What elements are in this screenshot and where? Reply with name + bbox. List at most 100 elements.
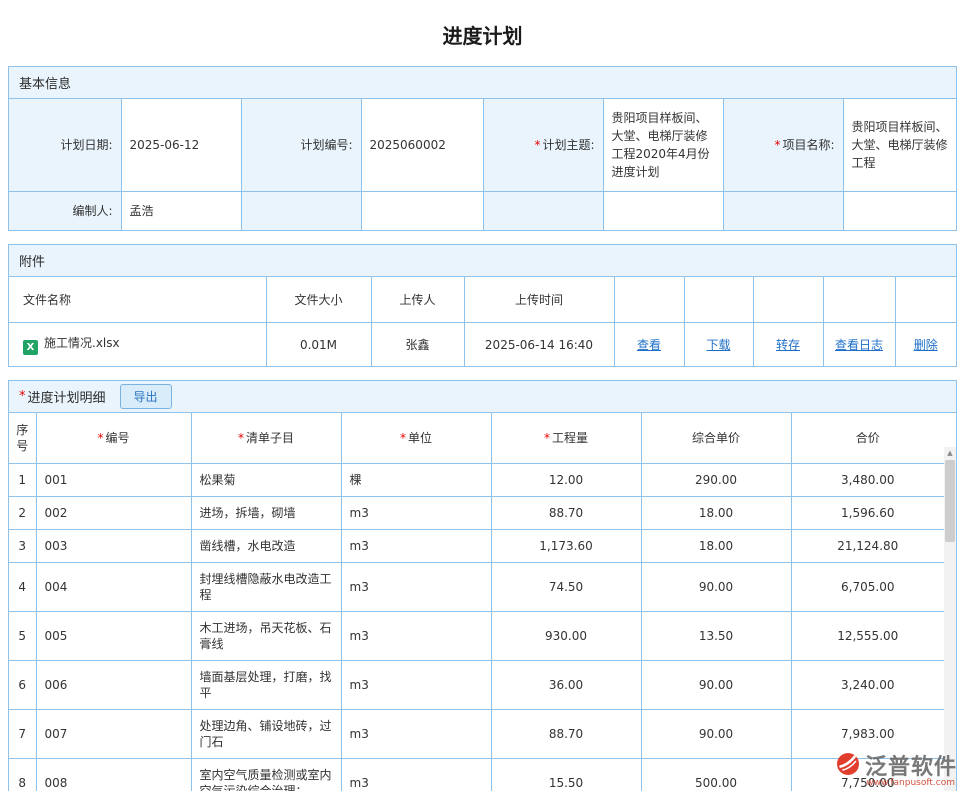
project-name-value: 贵阳项目样板间、大堂、电梯厅装修工程 [843,99,956,192]
detail-cell-total: 21,124.80 [791,530,944,563]
detail-table: 序号 *编号 *清单子目 *单位 *工程量 [9,413,944,791]
uploader-header: 上传人 [371,277,464,323]
file-name-header: 文件名称 [9,277,266,323]
empty-header-cell [823,277,895,323]
plan-date-label-text: 计划日期: [60,138,112,152]
required-marker: * [19,389,26,404]
detail-cell-item: 墙面基层处理，打磨，找平 [191,661,341,710]
basic-info-grid: 计划日期: 2025-06-12 计划编号: 2025060002 *计划主题:… [9,99,956,230]
required-marker: * [534,138,540,152]
detail-table-body: 1001松果菊棵12.00290.003,480.002002进场，拆墙，砌墙m… [9,464,944,791]
empty-header-cell [684,277,753,323]
detail-section-title: 进度计划明细 [28,387,106,406]
progress-plan-page: 进度计划 基本信息 计划日期: 2025-06-12 计划编号: 2025060… [0,0,965,791]
code-header: *编号 [36,413,191,464]
detail-cell-unit: m3 [341,612,491,661]
total-header-text: 合价 [856,431,880,445]
empty-label-cell [723,192,843,231]
detail-cell-seq: 7 [9,710,36,759]
fanpu-brand-url: www.fanpusoft.com [836,778,957,788]
detail-header-row: 序号 *编号 *清单子目 *单位 *工程量 [9,413,944,464]
empty-header-cell [753,277,823,323]
empty-value-cell [361,192,483,231]
download-link[interactable]: 下载 [706,338,730,352]
detail-cell-item: 木工进场，吊天花板、石膏线 [191,612,341,661]
project-name-label: *项目名称: [723,99,843,192]
empty-label-cell [241,192,361,231]
plan-number-label: 计划编号: [241,99,361,192]
detail-cell-quantity: 930.00 [491,612,641,661]
plan-subject-value: 贵阳项目样板间、大堂、电梯厅装修工程2020年4月份进度计划 [603,99,723,192]
plan-number-label-text: 计划编号: [300,138,352,152]
delete-link[interactable]: 删除 [914,338,938,352]
detail-cell-unit-price: 13.50 [641,612,791,661]
empty-header-cell [614,277,684,323]
fanpu-brand-row: 泛普软件 [836,749,957,781]
detail-cell-item: 室内空气质量检测或室内空气污染综合治理； [191,759,341,791]
view-log-link[interactable]: 查看日志 [835,338,883,352]
file-name: 施工情况.xlsx [44,336,120,350]
detail-row: 6006墙面基层处理，打磨，找平m336.0090.003,240.00 [9,661,944,710]
detail-cell-code: 008 [36,759,191,791]
total-header: 合价 [791,413,944,464]
required-marker: * [238,431,244,445]
fanpu-brand-text: 泛普软件 [865,749,957,781]
detail-cell-code: 006 [36,661,191,710]
detail-cell-unit-price: 18.00 [641,530,791,563]
detail-cell-unit-price: 90.00 [641,563,791,612]
page-title: 进度计划 [0,0,965,66]
file-name-cell: X施工情况.xlsx [9,323,266,367]
code-header-text: 编号 [105,431,129,445]
view-action-cell: 查看 [614,323,684,367]
detail-cell-item: 松果菊 [191,464,341,497]
detail-cell-total: 12,555.00 [791,612,944,661]
detail-cell-unit: 棵 [341,464,491,497]
detail-cell-seq: 1 [9,464,36,497]
basic-info-row-2: 编制人: 孟浩 [9,192,956,231]
detail-cell-seq: 4 [9,563,36,612]
scroll-up-arrow[interactable]: ▲ [944,447,956,460]
upload-time-header: 上传时间 [464,277,614,323]
attachments-table: 文件名称 文件大小 上传人 上传时间 X施工情况.xlsx 0.01M 张鑫 2… [9,277,956,366]
file-size-cell: 0.01M [266,323,371,367]
save-as-link[interactable]: 转存 [776,338,800,352]
detail-row: 1001松果菊棵12.00290.003,480.00 [9,464,944,497]
seq-header: 序号 [9,413,36,464]
detail-cell-code: 004 [36,563,191,612]
seq-header-text: 序号 [16,423,28,453]
author-label: 编制人: [9,192,121,231]
detail-cell-unit: m3 [341,497,491,530]
author-value: 孟浩 [121,192,241,231]
detail-cell-unit: m3 [341,563,491,612]
scrollbar-thumb[interactable] [945,460,955,542]
empty-value-cell [603,192,723,231]
detail-cell-unit-price: 290.00 [641,464,791,497]
basic-info-row-1: 计划日期: 2025-06-12 计划编号: 2025060002 *计划主题:… [9,99,956,192]
detail-cell-seq: 2 [9,497,36,530]
detail-row: 4004封埋线槽隐蔽水电改造工程m374.5090.006,705.00 [9,563,944,612]
detail-cell-unit: m3 [341,759,491,791]
view-link[interactable]: 查看 [637,338,661,352]
empty-header-cell [895,277,956,323]
detail-cell-quantity: 1,173.60 [491,530,641,563]
detail-cell-seq: 6 [9,661,36,710]
plan-number-value: 2025060002 [361,99,483,192]
save-as-action-cell: 转存 [753,323,823,367]
detail-cell-item: 凿线槽，水电改造 [191,530,341,563]
detail-section-header: * 进度计划明细 导出 [9,381,956,413]
unit-header-text: 单位 [408,431,432,445]
detail-cell-quantity: 88.70 [491,497,641,530]
export-button[interactable]: 导出 [120,384,172,409]
attachments-section: 附件 文件名称 文件大小 上传人 上传时间 X施工情况.xlsx [8,244,957,367]
vertical-scrollbar[interactable]: ▲ [944,447,956,791]
basic-info-section: 基本信息 计划日期: 2025-06-12 计划编号: 2025060002 *… [8,66,957,231]
attachments-header-row: 文件名称 文件大小 上传人 上传时间 [9,277,956,323]
detail-cell-code: 001 [36,464,191,497]
detail-cell-seq: 8 [9,759,36,791]
detail-cell-code: 007 [36,710,191,759]
delete-action-cell: 删除 [895,323,956,367]
fanpu-logo-icon [836,752,860,779]
detail-cell-unit-price: 18.00 [641,497,791,530]
item-header-text: 清单子目 [246,431,294,445]
detail-cell-item: 处理边角、铺设地砖，过门石 [191,710,341,759]
